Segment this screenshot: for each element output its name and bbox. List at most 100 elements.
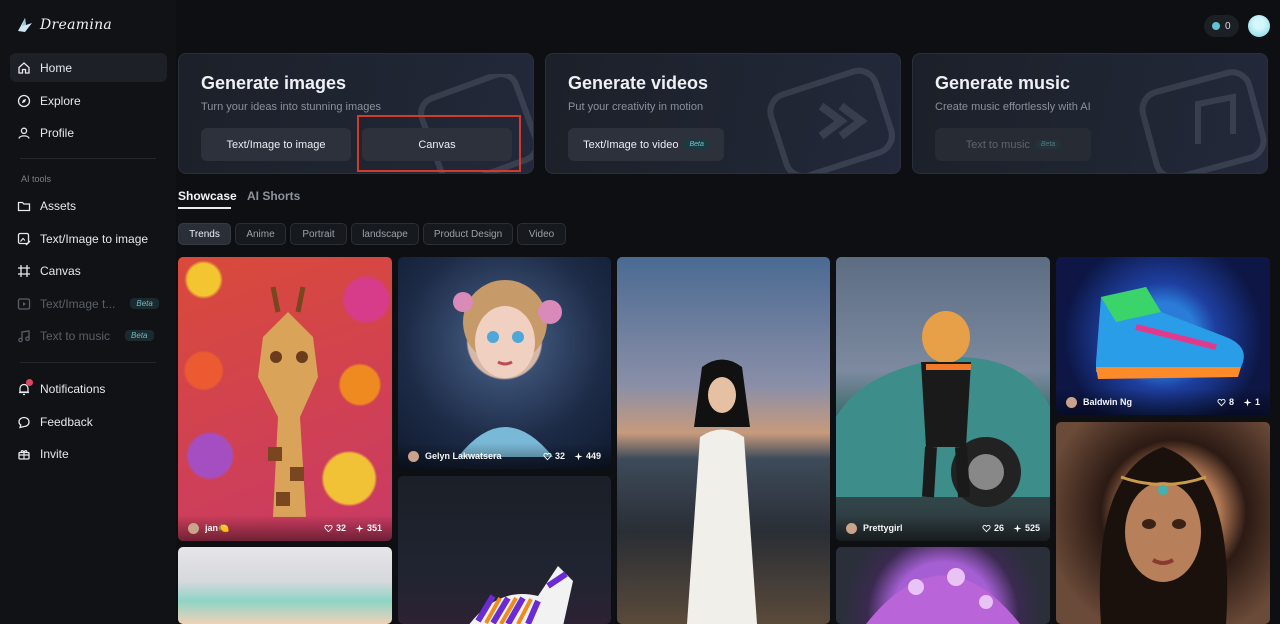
sidebar-item-label: Feedback (40, 414, 93, 429)
gallery-item[interactable] (178, 547, 392, 624)
sidebar-item-label: Home (40, 60, 73, 75)
tile-info-bar: Baldwin Ng 8 1 (1056, 389, 1270, 415)
sidebar-item-text-image-to-video[interactable]: Text/Image t... Beta (10, 289, 167, 318)
heart-icon (324, 524, 333, 532)
tile-info-bar: jan🍋 32 351 (178, 515, 392, 541)
credit-icon (1212, 22, 1220, 30)
button-label: Text/Image to image (226, 138, 326, 151)
beta-badge: Beta (125, 330, 154, 341)
video-deco-icon (767, 67, 895, 173)
sidebar-item-label: Explore (40, 93, 81, 108)
zebra-illustration (469, 566, 573, 624)
dreamina-logo-icon (18, 18, 32, 32)
likes-count: 32 (554, 451, 565, 461)
dreamina-logo[interactable]: Dreamina (16, 16, 112, 34)
sidebar-item-label: Text/Image to image (40, 231, 149, 246)
section-label-ai-tools: AI tools (21, 174, 52, 184)
filter-video[interactable]: Video (517, 223, 566, 245)
image-edit-icon (17, 232, 31, 245)
user-icon (18, 127, 30, 139)
text-image-to-video-button[interactable]: Text/Image to video Beta (568, 128, 724, 161)
sidebar-item-assets[interactable]: Assets (10, 191, 167, 220)
sidebar-item-home[interactable]: Home (10, 53, 167, 82)
gallery-item[interactable]: Prettygirl 26 525 (836, 257, 1050, 541)
sidebar-item-profile[interactable]: Profile (10, 118, 167, 147)
remix-stat[interactable]: 525 (1013, 523, 1040, 533)
author-avatar (188, 522, 199, 534)
tab-underline (178, 207, 231, 209)
beta-badge: Beta (1035, 140, 1061, 149)
card-subtitle: Turn your ideas into stunning images (201, 101, 381, 113)
chat-icon (18, 416, 30, 428)
cat-illustration (836, 311, 1050, 507)
sidebar-item-label: Notifications (40, 381, 106, 396)
author-name: Prettygirl (863, 523, 903, 533)
sparkle-icon (355, 523, 364, 533)
likes-count: 26 (993, 523, 1004, 533)
remix-stat[interactable]: 449 (574, 451, 601, 461)
card-title: Generate videos (568, 73, 709, 93)
filter-landscape[interactable]: landscape (351, 223, 419, 245)
gallery-item[interactable]: Gelyn Lakwatsera 32 449 (398, 257, 611, 469)
gallery-item[interactable]: jan🍋 32 351 (178, 257, 392, 541)
remix-count: 525 (1024, 523, 1040, 533)
sidebar-item-invite[interactable]: Invite (10, 439, 167, 468)
gallery-item[interactable] (398, 476, 611, 624)
heart-icon (982, 524, 991, 532)
tab-ai-shorts[interactable]: AI Shorts (247, 189, 300, 203)
canvas-highlight-box (357, 115, 521, 172)
card-subtitle: Put your creativity in motion (568, 101, 704, 113)
sidebar-item-notifications[interactable]: Notifications (10, 374, 167, 403)
sidebar-item-canvas[interactable]: Canvas (10, 256, 167, 285)
sidebar-divider (20, 158, 156, 159)
music-icon (18, 329, 30, 342)
music-deco-icon (1139, 69, 1267, 173)
remix-count: 1 (1254, 397, 1260, 407)
text-to-music-button[interactable]: Text to music Beta (935, 128, 1091, 161)
remix-count: 449 (585, 451, 601, 461)
filter-anime[interactable]: Anime (235, 223, 286, 245)
user-avatar[interactable] (1248, 15, 1270, 37)
likes-stat[interactable]: 32 (543, 451, 565, 461)
filter-product-design[interactable]: Product Design (423, 223, 513, 245)
tab-showcase[interactable]: Showcase (178, 189, 237, 203)
filter-portrait[interactable]: Portrait (290, 223, 347, 245)
credits-balance[interactable]: 0 (1204, 15, 1239, 37)
notification-dot (26, 378, 33, 386)
sidebar-item-text-to-music[interactable]: Text to music Beta (10, 321, 167, 350)
text-image-to-image-button[interactable]: Text/Image to image (201, 128, 351, 161)
gallery-item[interactable]: Baldwin Ng 8 1 (1056, 257, 1270, 415)
sidebar-item-label: Assets (40, 198, 77, 213)
author-name: Baldwin Ng (1083, 397, 1132, 407)
likes-count: 32 (335, 523, 346, 533)
tile-info-bar: Prettygirl 26 525 (836, 515, 1050, 541)
sneaker-illustration (1096, 287, 1244, 379)
button-label: Text/Image to video (583, 138, 679, 151)
filter-trends[interactable]: Trends (178, 223, 231, 245)
sidebar: Dreamina Home Explore Profile AI tools A… (0, 0, 176, 624)
generate-videos-card: Generate videos Put your creativity in m… (545, 53, 901, 174)
gallery-item[interactable] (836, 547, 1050, 624)
sidebar-item-text-image-to-image[interactable]: Text/Image to image (10, 224, 167, 253)
notification-icon-wrap (17, 378, 33, 396)
likes-stat[interactable]: 26 (982, 523, 1004, 533)
folder-icon (17, 201, 31, 211)
likes-stat[interactable]: 32 (324, 523, 346, 533)
sparkle-icon (574, 451, 583, 461)
gallery-item[interactable] (617, 257, 830, 624)
mushroom-illustration (866, 568, 1020, 624)
remix-stat[interactable]: 1 (1243, 397, 1260, 407)
sidebar-item-label: Text/Image t... (40, 296, 116, 311)
gallery-item[interactable] (1056, 422, 1270, 624)
sidebar-item-feedback[interactable]: Feedback (10, 407, 167, 436)
woman-illustration (687, 359, 757, 624)
sidebar-item-label: Canvas (40, 263, 81, 278)
portrait-illustration (1099, 447, 1228, 624)
sidebar-item-explore[interactable]: Explore (10, 86, 167, 115)
likes-stat[interactable]: 8 (1217, 397, 1234, 407)
home-icon (18, 61, 30, 74)
remix-stat[interactable]: 351 (355, 523, 382, 533)
gift-icon (18, 449, 30, 460)
app-name: Dreamina (40, 17, 113, 33)
remix-count: 351 (366, 523, 382, 533)
